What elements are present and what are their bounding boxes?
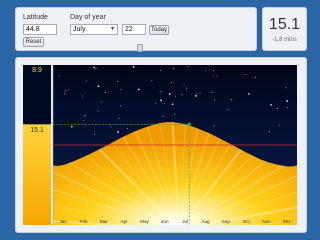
star — [94, 133, 96, 135]
star — [160, 99, 163, 102]
x-tick-label: Mar — [100, 219, 108, 224]
star — [213, 75, 215, 77]
latitude-input[interactable]: 44.8 — [23, 24, 57, 35]
star — [93, 66, 96, 69]
star — [127, 128, 128, 129]
x-tick-label: Feb — [80, 219, 88, 224]
x-tick-label: Jul — [182, 219, 188, 224]
star — [95, 68, 97, 69]
star — [85, 80, 87, 82]
star — [268, 130, 270, 132]
star — [175, 95, 176, 97]
month-select[interactable]: July ▼ — [70, 24, 118, 35]
star — [286, 100, 289, 102]
star — [116, 81, 118, 83]
star — [154, 103, 156, 104]
star — [214, 99, 215, 101]
star — [68, 89, 70, 91]
star — [83, 120, 84, 121]
star — [118, 118, 120, 120]
x-tick-label: Nov — [262, 219, 271, 224]
star — [204, 70, 206, 72]
latitude-label: Latitude — [23, 14, 48, 21]
sidebar-night-hours: 8.9 — [32, 67, 42, 74]
day-slider-thumb[interactable] — [137, 44, 143, 52]
star — [97, 85, 100, 88]
star — [186, 87, 187, 89]
star — [137, 88, 140, 91]
star — [181, 94, 183, 95]
selected-day-point[interactable] — [187, 122, 191, 126]
star — [231, 98, 233, 100]
star — [119, 89, 121, 91]
x-tick-label: Dec — [283, 219, 292, 224]
day-input[interactable]: 22 — [122, 24, 146, 35]
star — [278, 124, 280, 126]
star — [255, 77, 257, 78]
star — [212, 69, 214, 71]
star — [97, 110, 99, 112]
star — [83, 115, 85, 117]
star — [171, 103, 174, 106]
star — [119, 105, 121, 107]
today-button[interactable]: Today — [149, 25, 169, 35]
star — [213, 125, 215, 127]
star — [285, 87, 287, 89]
star — [187, 66, 189, 68]
star — [170, 82, 172, 83]
star — [277, 107, 278, 109]
star — [163, 103, 165, 105]
star — [159, 69, 161, 71]
x-tick-label: Aug — [201, 219, 210, 224]
day-length-chart: 8.9 15.1 Jan Feb Mar Apr May Jun Jul Aug Sep Oct N… — [23, 64, 297, 226]
star — [65, 90, 67, 92]
sidebar-day-hours: 15.1 — [30, 127, 44, 134]
sidebar-day-bar — [23, 124, 51, 225]
star — [247, 92, 250, 95]
star — [110, 126, 112, 128]
x-tick-label: Jan — [59, 219, 67, 224]
star — [211, 91, 213, 93]
star — [195, 94, 197, 97]
star — [105, 92, 106, 93]
star — [196, 93, 198, 95]
star — [151, 80, 153, 82]
x-tick-label: May — [140, 219, 149, 224]
star — [168, 93, 171, 95]
day-length-change: -1.8 mins — [272, 37, 297, 43]
x-tick-label: Apr — [121, 219, 129, 224]
star — [173, 68, 174, 70]
star — [216, 75, 218, 77]
star — [101, 101, 103, 103]
star — [82, 95, 83, 97]
x-tick-label: Sep — [222, 219, 231, 224]
month-value: July — [73, 26, 86, 33]
star — [227, 109, 229, 111]
day-length-value: 15.1 — [268, 16, 301, 33]
reset-button[interactable]: Reset — [23, 37, 44, 47]
x-tick-label: Oct — [243, 219, 251, 224]
star — [159, 90, 161, 92]
star — [270, 103, 273, 106]
star — [132, 66, 135, 68]
star — [245, 74, 247, 76]
controls-panel: Latitude 44.8 Reset Day of year July ▼ 2… — [15, 7, 257, 52]
day-length-summary: 15.1 -1.8 mins — [262, 7, 307, 51]
chevron-down-icon: ▼ — [110, 26, 115, 32]
star — [199, 92, 201, 94]
star — [173, 113, 175, 115]
star — [85, 115, 87, 117]
star — [183, 122, 185, 124]
star — [64, 93, 66, 95]
star — [162, 116, 164, 118]
day-of-year-label: Day of year — [70, 14, 106, 21]
x-tick-label: Jun — [161, 219, 169, 224]
chart-panel: 8.9 15.1 Jan Feb Mar Apr May Jun Jul Aug Sep Oct N… — [15, 57, 307, 233]
star — [58, 75, 60, 77]
star — [117, 131, 119, 133]
star — [183, 84, 185, 85]
star — [287, 107, 289, 109]
star — [70, 125, 73, 128]
